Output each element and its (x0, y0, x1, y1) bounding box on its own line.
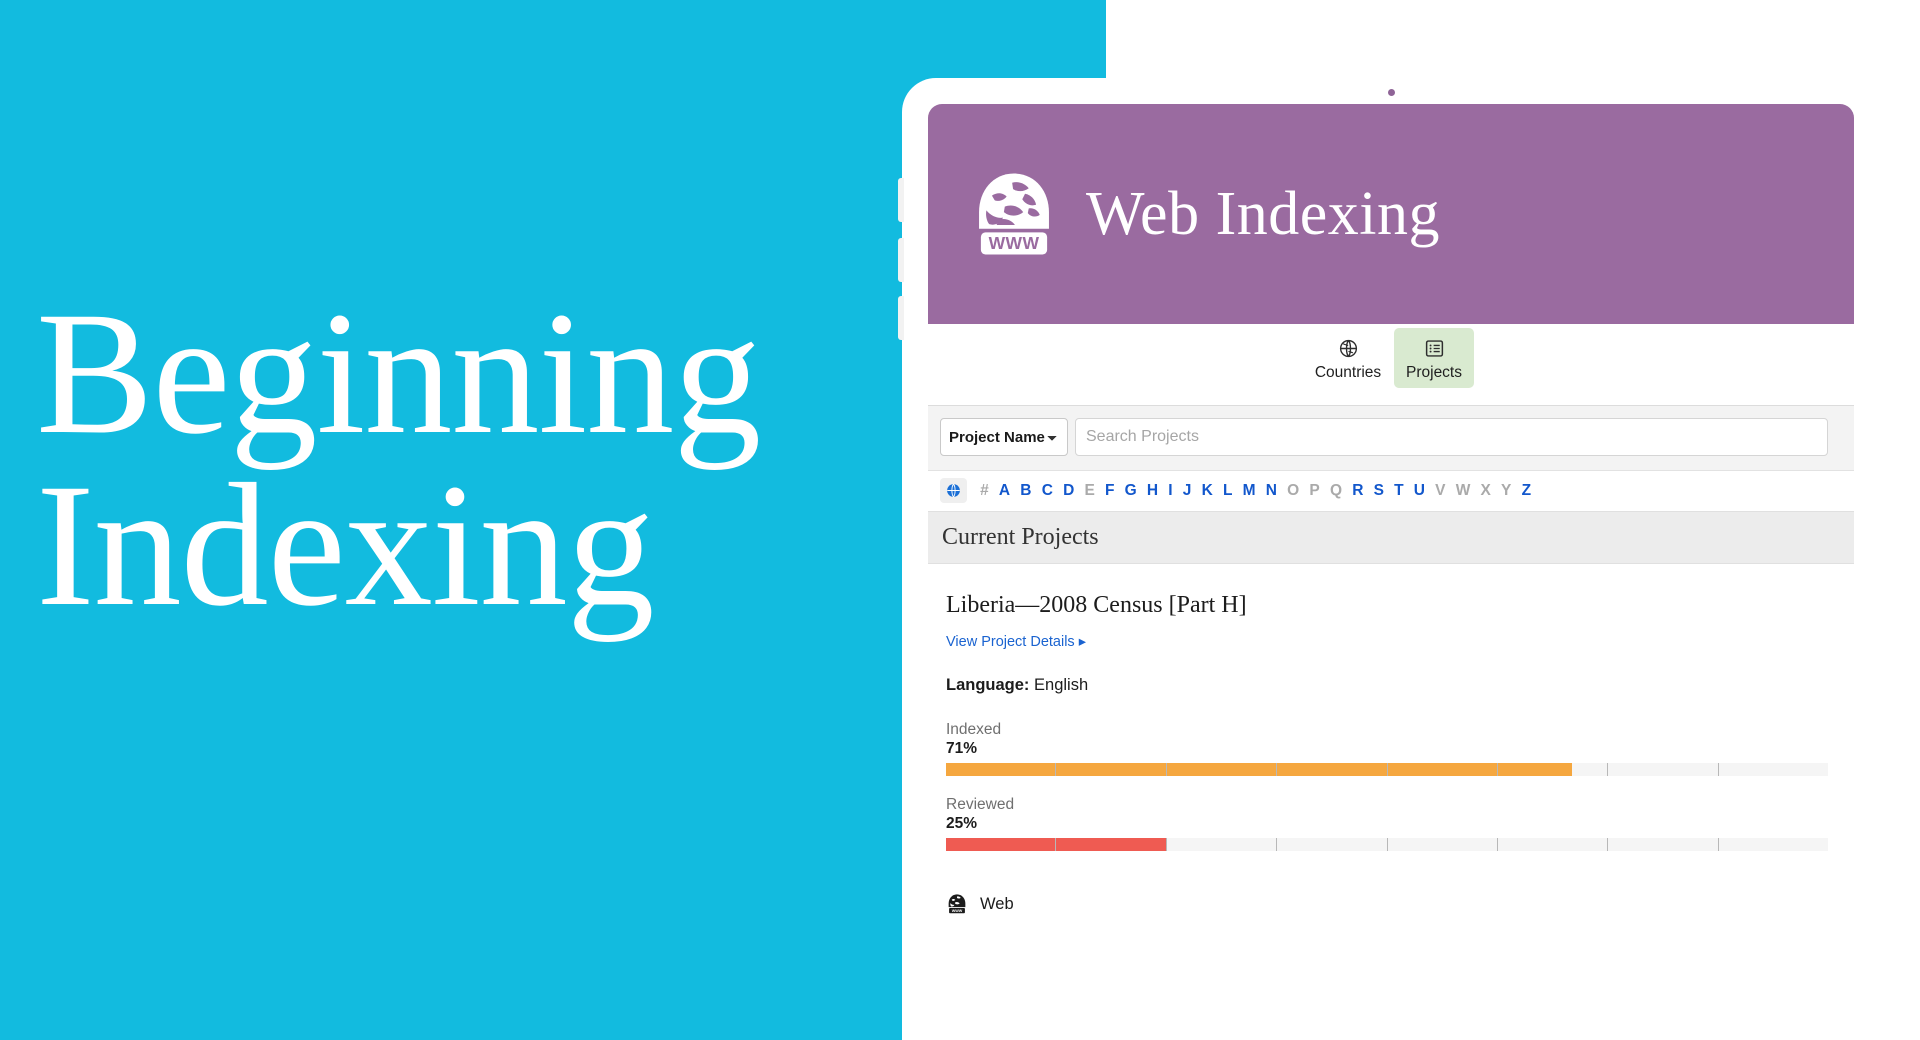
app-header: WWW Web Indexing (928, 104, 1854, 324)
globe-icon (1312, 336, 1384, 360)
project-card: Liberia—2008 Census [Part H] View Projec… (928, 564, 1854, 915)
device-side-button[interactable] (898, 238, 904, 282)
device-side-button[interactable] (898, 296, 904, 340)
alpha-letter-p: P (1309, 481, 1320, 499)
meter-indexed: Indexed 71% (946, 721, 1828, 776)
project-title: Liberia—2008 Census [Part H] (946, 592, 1247, 618)
alpha-letter-q: Q (1329, 481, 1342, 499)
alphabet-letter-list: # A B C D E F G H I J K L M N O P Q R S T U V W X Y Z (975, 482, 1536, 500)
alpha-letter-r[interactable]: R (1347, 482, 1368, 500)
device-side-button[interactable] (898, 178, 904, 222)
hero-line-2: Indexing (36, 448, 655, 644)
meter-value: 71% (946, 740, 978, 757)
meter-tick (1498, 763, 1609, 776)
alpha-letter-hash: # (980, 481, 989, 499)
meter-value: 25% (946, 815, 978, 832)
alpha-letter-c[interactable]: C (1037, 482, 1058, 500)
tab-projects[interactable]: Projects (1394, 328, 1474, 388)
tablet-device: WWW Web Indexing Countries Projects Proj… (898, 78, 1880, 1040)
project-language: Language: English (946, 676, 1828, 695)
project-source: WWW Web (946, 871, 1828, 915)
search-filter-select[interactable]: Project Name (940, 418, 1068, 456)
alpha-letter-j[interactable]: J (1178, 482, 1197, 500)
meter-ticks (946, 838, 1828, 851)
project-language-key: Language: (946, 676, 1030, 694)
list-icon (1398, 336, 1470, 360)
tab-countries-label: Countries (1314, 364, 1382, 381)
meter-tick (946, 838, 1057, 851)
project-source-label: Web (980, 894, 1014, 913)
hero-heading: Beginning Indexing (36, 276, 761, 644)
view-project-details-link[interactable]: View Project Details ▸ (946, 634, 1086, 650)
alpha-letter-g[interactable]: G (1120, 482, 1142, 500)
alphabet-filter: # A B C D E F G H I J K L M N O P Q R S T U V W X Y Z (928, 471, 1854, 511)
alpha-letter-s[interactable]: S (1368, 482, 1389, 500)
alpha-letter-d[interactable]: D (1058, 482, 1079, 500)
meter-tick (1608, 763, 1719, 776)
globe-icon[interactable] (940, 478, 967, 503)
meter-tick (946, 763, 1057, 776)
meter-tick (1719, 838, 1828, 851)
meter-tick (1388, 763, 1498, 776)
www-globe-icon: WWW (946, 893, 968, 915)
alpha-letter-b[interactable]: B (1015, 482, 1036, 500)
meter-track (946, 838, 1828, 851)
alpha-letter-z[interactable]: Z (1516, 482, 1536, 500)
alpha-letter-n[interactable]: N (1261, 482, 1282, 500)
alpha-letter-i[interactable]: I (1163, 482, 1178, 500)
meter-tick (1388, 838, 1498, 851)
search-input[interactable] (1075, 418, 1828, 456)
search-row: Project Name (928, 406, 1854, 471)
alpha-letter-a[interactable]: A (994, 482, 1015, 500)
hero-line-1: Beginning (36, 276, 761, 471)
meter-tick (1608, 838, 1719, 851)
alpha-letter-k[interactable]: K (1197, 482, 1218, 500)
app-title: Web Indexing (1086, 179, 1440, 248)
www-globe-icon: WWW (968, 168, 1060, 260)
meter-tick (1056, 838, 1167, 851)
meter-tick (1056, 763, 1167, 776)
alpha-letter-h[interactable]: H (1142, 482, 1163, 500)
alpha-letter-f[interactable]: F (1100, 482, 1120, 500)
meter-reviewed: Reviewed 25% (946, 796, 1828, 851)
meter-label: Reviewed (946, 796, 1015, 813)
alpha-letter-e: E (1084, 481, 1095, 499)
meter-label: Indexed (946, 721, 1002, 738)
meter-ticks (946, 763, 1828, 776)
meter-tick (1277, 838, 1388, 851)
alpha-letter-w: W (1455, 481, 1471, 499)
camera-dot (1388, 89, 1395, 96)
tab-projects-label: Projects (1406, 364, 1462, 381)
project-progress-meters: Indexed 71% Reviewed 25% (946, 721, 1828, 851)
alpha-letter-x: X (1480, 481, 1491, 499)
alpha-letter-v: V (1435, 481, 1446, 499)
tab-bar: Countries Projects (928, 324, 1854, 406)
project-language-value: English (1034, 676, 1089, 694)
tab-countries[interactable]: Countries (1308, 328, 1388, 388)
alpha-letter-m[interactable]: M (1238, 482, 1261, 500)
alpha-letter-t[interactable]: T (1389, 482, 1409, 500)
meter-tick (1498, 838, 1609, 851)
device-screen: WWW Web Indexing Countries Projects Proj… (928, 104, 1854, 1040)
alpha-letter-o: O (1287, 481, 1300, 499)
section-header: Current Projects (928, 511, 1854, 564)
meter-tick (1167, 838, 1278, 851)
meter-tick (1719, 763, 1828, 776)
svg-text:WWW: WWW (952, 909, 963, 913)
alpha-letter-u[interactable]: U (1409, 482, 1430, 500)
meter-tick (1167, 763, 1278, 776)
svg-text:WWW: WWW (989, 233, 1040, 253)
meter-tick (1277, 763, 1388, 776)
meter-track (946, 763, 1828, 776)
alpha-letter-l[interactable]: L (1218, 482, 1238, 500)
alpha-letter-y: Y (1501, 481, 1512, 499)
